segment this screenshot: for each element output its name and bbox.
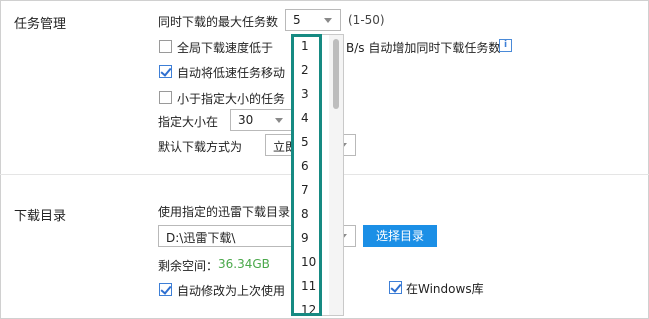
dropdown-option[interactable]: 11 (301, 279, 316, 293)
dropdown-option[interactable]: 2 (301, 63, 309, 77)
dropdown-option[interactable]: 6 (301, 159, 309, 173)
scrollbar-thumb[interactable] (333, 39, 339, 109)
info-icon[interactable]: i (499, 39, 512, 52)
chevron-down-icon (324, 18, 332, 23)
size-spec-value: 30 (238, 113, 254, 127)
free-space-label: 剩余空间： (158, 259, 219, 273)
auto-modify-label: 自动修改为上次使用 (177, 284, 286, 298)
section-title-task-management: 任务管理 (14, 17, 67, 32)
max-tasks-select[interactable]: 5 (285, 9, 341, 31)
free-space-value: 36.34GB (218, 257, 270, 271)
dropdown-option[interactable]: 1 (301, 39, 309, 53)
small-task-label: 小于指定大小的任务 (177, 92, 286, 106)
download-path-value: D:\迅雷下载\ (166, 231, 236, 245)
dropdown-option[interactable]: 9 (301, 231, 309, 245)
global-speed-suffix: B/s 自动增加同时下载任务数 (346, 41, 501, 55)
max-tasks-value: 5 (293, 13, 301, 27)
size-spec-select[interactable]: 30 (230, 109, 292, 131)
chevron-down-icon (275, 118, 283, 123)
small-task-checkbox[interactable] (159, 91, 172, 104)
windows-library-checkbox[interactable] (389, 281, 402, 294)
dropdown-scrollbar[interactable] (329, 35, 343, 315)
default-mode-label: 默认下载方式为 (158, 140, 243, 154)
dropdown-option[interactable]: 4 (301, 111, 309, 125)
dropdown-option[interactable]: 7 (301, 183, 309, 197)
size-spec-label: 指定大小在 (158, 115, 219, 129)
max-tasks-range: (1-50) (348, 13, 385, 27)
dropdown-option[interactable]: 3 (301, 87, 309, 101)
auto-modify-checkbox[interactable] (159, 283, 172, 296)
auto-move-label: 自动将低速任务移动 (177, 66, 286, 80)
dropdown-option[interactable]: 5 (301, 135, 309, 149)
dropdown-option[interactable]: 12 (301, 303, 316, 315)
max-tasks-label: 同时下载的最大任务数 (158, 15, 279, 29)
use-dir-label: 使用指定的迅雷下载目录 (158, 205, 291, 219)
dropdown-option[interactable]: 8 (301, 207, 309, 221)
max-tasks-dropdown-list: 1 2 3 4 5 6 7 8 9 10 11 12 (293, 34, 344, 316)
global-speed-checkbox[interactable] (159, 40, 172, 53)
auto-move-checkbox[interactable] (159, 65, 172, 78)
global-speed-label: 全局下载速度低于 (177, 41, 274, 55)
section-title-download-dir: 下载目录 (14, 209, 67, 224)
select-directory-button[interactable]: 选择目录 (363, 225, 437, 247)
windows-library-label: 在Windows库 (406, 282, 484, 296)
dropdown-option[interactable]: 10 (301, 255, 316, 269)
